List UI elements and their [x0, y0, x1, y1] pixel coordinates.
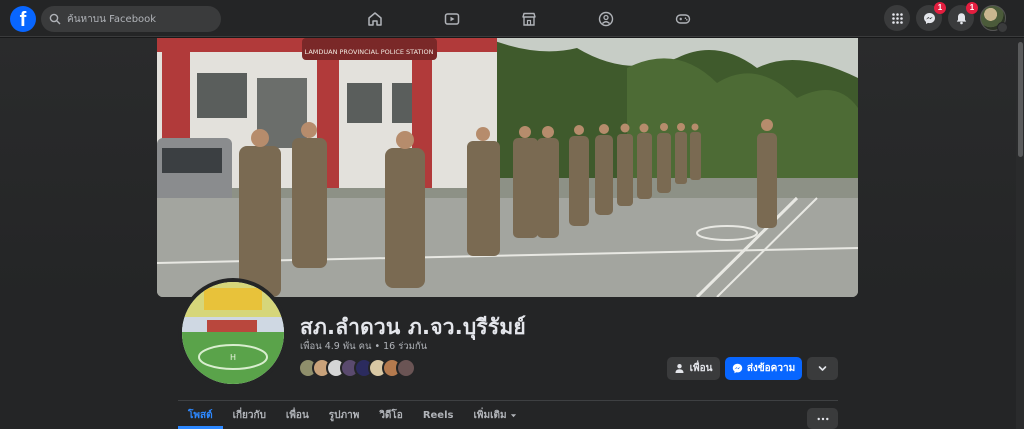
tab-more-label: เพิ่มเติม: [473, 409, 507, 421]
send-message-label: ส่งข้อความ: [746, 363, 796, 374]
profile-picture-image: H: [182, 282, 284, 384]
nav-gaming[interactable]: [644, 0, 721, 37]
nav-home[interactable]: [336, 0, 413, 37]
search-box[interactable]: [41, 6, 221, 32]
home-icon: [367, 11, 382, 26]
profile-tabs: โพสต์ เกี่ยวกับ เพื่อน รูปภาพ วิดีโอ Ree…: [178, 401, 527, 429]
gaming-icon: [675, 13, 690, 24]
notifications-button[interactable]: 1: [948, 2, 978, 31]
tab-posts[interactable]: โพสต์: [178, 401, 223, 429]
caret-down-icon: [510, 413, 516, 417]
tab-more[interactable]: เพิ่มเติม: [463, 401, 526, 429]
mutual-friend-avatar[interactable]: [396, 358, 416, 378]
cover-photo-image: LAMDUAN PROVINCIAL POLICE STATION: [157, 38, 858, 297]
more-options-button[interactable]: [807, 357, 838, 380]
friends-button-label: เพื่อน: [689, 363, 713, 374]
groups-icon: [598, 11, 613, 26]
marketplace-icon: [521, 12, 536, 26]
cover-photo[interactable]: LAMDUAN PROVINCIAL POLICE STATION: [157, 38, 858, 297]
tabs-overflow-button[interactable]: [807, 408, 838, 429]
tab-friends[interactable]: เพื่อน: [276, 401, 319, 429]
chevron-down-icon: [818, 366, 827, 371]
svg-text:H: H: [230, 353, 236, 362]
mutual-friends-avatars[interactable]: [298, 358, 416, 378]
scrollbar-thumb[interactable]: [1018, 42, 1023, 157]
friends-button[interactable]: เพื่อน: [667, 357, 720, 380]
account-controls: 1 1: [884, 2, 1008, 33]
grid-menu-icon: [891, 12, 903, 24]
nav-video[interactable]: [413, 0, 490, 37]
bell-icon: [956, 12, 966, 24]
messenger-icon: [923, 12, 935, 24]
notifications-badge: 1: [966, 2, 978, 14]
profile-picture[interactable]: H: [178, 278, 288, 388]
tab-about[interactable]: เกี่ยวกับ: [223, 401, 276, 429]
more-dots-icon: [817, 417, 828, 420]
send-message-button[interactable]: ส่งข้อความ: [725, 357, 802, 380]
top-navigation-bar: f 1: [0, 0, 1024, 37]
tab-photos[interactable]: รูปภาพ: [319, 401, 370, 429]
page-scrollbar[interactable]: [1016, 38, 1024, 429]
chevron-down-icon: [997, 22, 1008, 33]
tab-reels[interactable]: Reels: [413, 401, 464, 429]
building-sign-text: LAMDUAN PROVINCIAL POLICE STATION: [305, 48, 434, 56]
messenger-button[interactable]: 1: [916, 2, 946, 31]
nav-groups[interactable]: [567, 0, 644, 37]
menu-button[interactable]: [884, 5, 910, 31]
account-avatar[interactable]: [980, 5, 1008, 33]
friend-count[interactable]: เพื่อน 4.9 พัน คน • 16 ร่วมกัน: [300, 339, 427, 354]
nav-marketplace[interactable]: [490, 0, 567, 37]
search-input[interactable]: [67, 13, 207, 25]
search-icon: [49, 13, 61, 25]
messenger-badge: 1: [934, 2, 946, 14]
main-nav: [336, 0, 721, 37]
facebook-logo-icon[interactable]: f: [10, 6, 36, 32]
person-check-icon: [675, 364, 684, 373]
tab-videos[interactable]: วิดีโอ: [369, 401, 413, 429]
video-icon: [444, 12, 459, 25]
messenger-icon: [732, 363, 743, 374]
